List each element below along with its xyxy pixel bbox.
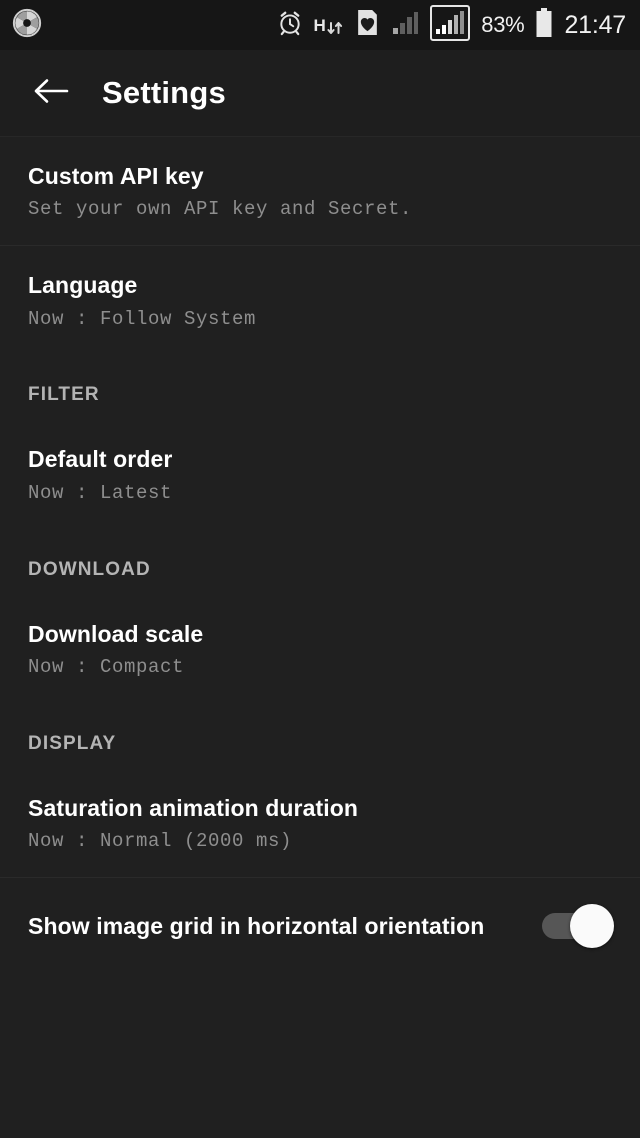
preference-default-order[interactable]: Default order Now : Latest [0,420,640,528]
preference-title: Download scale [28,620,204,647]
camera-aperture-icon [12,8,42,43]
status-bar-clock: 21:47 [564,10,626,39]
preference-title: Custom API key [28,163,204,189]
show-image-grid-toggle[interactable] [542,904,614,949]
preference-download-scale[interactable]: Download scale Now : Compact [0,595,640,703]
hspa-letter: H [313,15,326,35]
signal-bars-boxed-icon [430,4,471,46]
preference-summary: Now : Compact [28,656,185,679]
status-bar-right: H 83% 21:47 [277,4,626,46]
toggle-thumb [570,904,614,949]
alarm-clock-icon [277,10,303,41]
settings-list: Custom API key Set your own API key and … [0,137,640,1138]
signal-bars-dim-icon [391,11,419,40]
section-header-filter: FILTER [28,384,100,406]
preference-title: Show image grid in horizontal orientatio… [28,912,485,939]
preference-language[interactable]: Language Now : Follow System [0,246,640,354]
section-header-display: DISPLAY [28,732,117,754]
preference-custom-api-key[interactable]: Custom API key Set your own API key and … [0,137,640,245]
battery-icon [535,7,553,43]
battery-percent-label: 83% [481,12,525,37]
arrow-back-icon [33,76,69,111]
heart-card-icon [355,9,380,41]
toolbar: Settings [0,50,640,137]
status-bar-left [12,8,42,43]
preference-summary: Now : Follow System [28,307,257,330]
preference-summary: Set your own API key and Secret. [28,198,413,221]
preference-title: Saturation animation duration [28,794,359,821]
preference-saturation-animation-duration[interactable]: Saturation animation duration Now : Norm… [0,769,640,877]
settings-screen: H 83% 21:47 Settings Custom API key Set … [0,0,640,1138]
preference-show-image-grid-horizontal[interactable]: Show image grid in horizontal orientatio… [0,878,640,974]
data-transfer-arrows-icon [327,22,343,34]
preference-title: Language [28,272,138,299]
preference-summary: Now : Latest [28,481,173,504]
hspa-data-icon: H [314,14,345,36]
back-button[interactable] [14,56,88,130]
page-title: Settings [102,75,226,110]
section-header-download: DOWNLOAD [28,558,151,580]
status-bar: H 83% 21:47 [0,0,640,50]
preference-summary: Now : Normal (2000 ms) [28,830,293,853]
preference-title: Default order [28,446,173,473]
